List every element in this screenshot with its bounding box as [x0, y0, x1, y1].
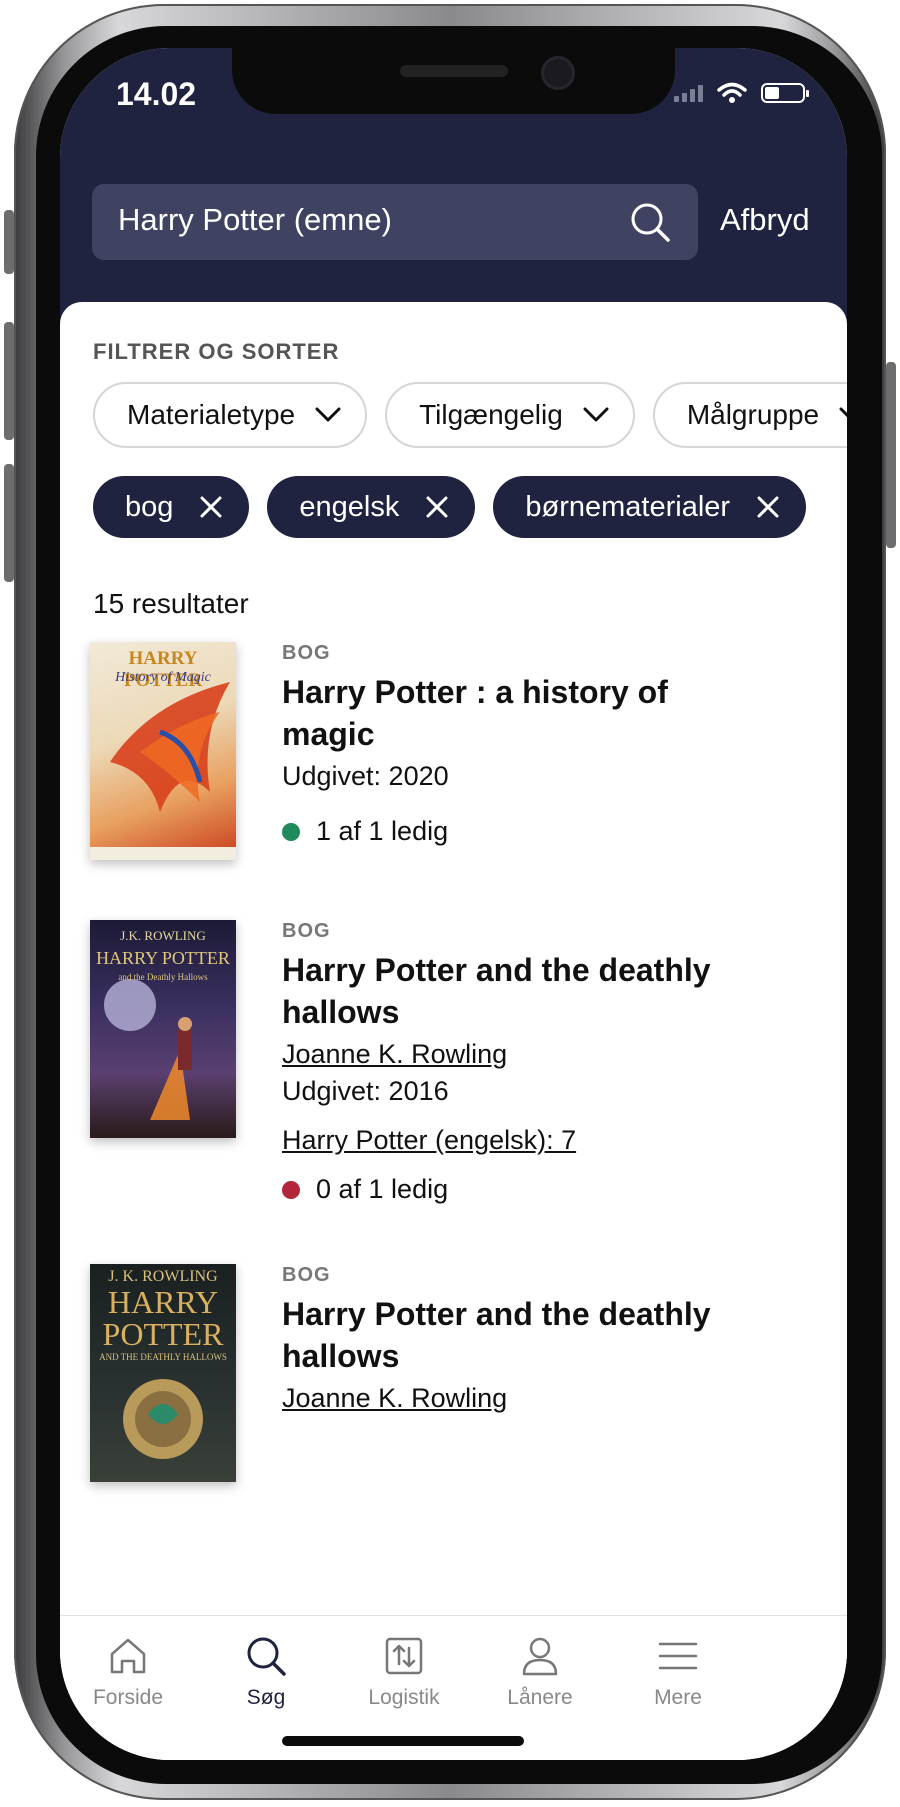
cover-author: J.K. ROWLING	[120, 928, 206, 943]
power-button	[886, 362, 896, 548]
availability-text: 0 af 1 ledig	[316, 1174, 449, 1204]
results-count: 15 resultater	[93, 588, 249, 619]
result-meta: BOG Harry Potter and the deathly hallows…	[282, 920, 712, 1205]
series-link[interactable]: Harry Potter (engelsk): 7	[282, 1125, 712, 1156]
tab-logistik[interactable]: Logistik	[344, 1634, 464, 1710]
availability-dot-icon	[282, 822, 300, 841]
status-icons	[674, 82, 809, 104]
active-filter-tags: bog engelsk børnematerialer	[93, 476, 807, 538]
transfer-icon	[385, 1637, 423, 1675]
result-title[interactable]: Harry Potter : a history of magic	[282, 671, 712, 755]
chevron-down-icon	[583, 407, 609, 422]
filter-materialetype[interactable]: Materialetype	[93, 382, 368, 448]
availability-dot-icon	[282, 1180, 300, 1199]
active-filter-tag[interactable]: engelsk	[267, 476, 476, 538]
menu-icon	[658, 1642, 698, 1670]
tab-label: Søg	[246, 1686, 286, 1709]
filter-maalgruppe[interactable]: Målgruppe	[652, 382, 847, 448]
cover-title: HARRY POTTER	[96, 948, 230, 968]
volume-up-button	[4, 322, 14, 440]
author-link[interactable]: Joanne K. Rowling	[282, 1039, 712, 1070]
person-icon	[522, 1637, 558, 1676]
active-filter-tag[interactable]: børnematerialer	[493, 476, 807, 538]
published-year: Udgivet: 2016	[282, 1076, 449, 1106]
material-type: BOG	[282, 642, 331, 664]
tab-bar: Forside Søg Logistik Lånere Mere	[60, 1615, 847, 1760]
home-indicator[interactable]	[282, 1736, 524, 1746]
filter-heading: FILTRER OG SORTER	[93, 339, 340, 364]
book-cover[interactable]: HARRY POTTER History of Magic	[90, 642, 236, 860]
wifi-icon	[717, 82, 747, 103]
tab-soeg[interactable]: Søg	[206, 1634, 326, 1710]
volume-down-button	[4, 464, 14, 582]
tab-label: Mere	[654, 1686, 702, 1709]
material-type: BOG	[282, 1264, 331, 1286]
book-cover[interactable]: J.K. ROWLING HARRY POTTER and the Deathl…	[90, 920, 236, 1138]
tab-label: Lånere	[507, 1686, 573, 1709]
book-cover[interactable]: J. K. ROWLING HARRY POTTER AND THE DEATH…	[90, 1264, 236, 1482]
active-filter-tag[interactable]: bog	[93, 476, 250, 538]
cellular-signal-icon	[674, 84, 703, 102]
result-meta: BOG Harry Potter and the deathly hallows…	[282, 1264, 712, 1414]
status-time: 14.02	[116, 76, 197, 112]
battery-icon	[761, 83, 809, 103]
close-icon[interactable]	[425, 495, 449, 519]
cover-title-line1: HARRY	[107, 1284, 219, 1320]
filter-label: Materialetype	[127, 399, 296, 430]
app-screen: 14.02 Harry Potter (emne) Afbryd FILTRER…	[60, 48, 847, 1760]
availability: 1 af 1 ledig	[282, 816, 712, 847]
chevron-down-icon	[315, 407, 341, 422]
phone-notch	[232, 48, 675, 114]
home-icon	[110, 1638, 146, 1674]
tab-laanere[interactable]: Lånere	[480, 1634, 600, 1710]
tab-mere[interactable]: Mere	[618, 1634, 738, 1710]
tab-label: Logistik	[368, 1686, 440, 1709]
mute-switch	[4, 210, 14, 274]
filter-label: Tilgængelig	[419, 399, 563, 430]
tag-label: børnematerialer	[525, 490, 731, 523]
availability-text: 1 af 1 ledig	[316, 816, 449, 846]
tag-label: bog	[125, 490, 174, 523]
author-link[interactable]: Joanne K. Rowling	[282, 1383, 712, 1414]
filter-label: Målgruppe	[686, 399, 820, 430]
cover-subtitle: and the Deathly Hallows	[118, 972, 208, 982]
tab-forside[interactable]: Forside	[68, 1634, 188, 1710]
search-icon	[247, 1637, 286, 1676]
cover-title-line2: POTTER	[102, 1316, 224, 1352]
published-year: Udgivet: 2020	[282, 761, 449, 791]
filter-dropdown-row: Materialetype Tilgængelig Målgruppe	[93, 382, 847, 448]
filter-tilgaengelig[interactable]: Tilgængelig	[385, 382, 635, 448]
cover-subtitle: AND THE DEATHLY HALLOWS	[99, 1352, 227, 1362]
result-title[interactable]: Harry Potter and the deathly hallows	[282, 949, 712, 1033]
cancel-button[interactable]: Afbryd	[720, 202, 810, 238]
chevron-down-icon	[839, 407, 847, 417]
result-title[interactable]: Harry Potter and the deathly hallows	[282, 1293, 712, 1377]
search-icon[interactable]	[628, 200, 672, 244]
material-type: BOG	[282, 920, 331, 942]
result-meta: BOG Harry Potter : a history of magic Ud…	[282, 642, 712, 847]
availability: 0 af 1 ledig	[282, 1174, 712, 1205]
close-icon[interactable]	[756, 495, 780, 519]
tab-label: Forside	[92, 1686, 164, 1709]
results-sheet: FILTRER OG SORTER Materialetype Tilgænge…	[60, 302, 847, 1760]
tag-label: engelsk	[299, 490, 400, 523]
search-query: Harry Potter (emne)	[118, 202, 392, 237]
cover-subtitle: History of Magic	[115, 670, 211, 685]
search-input[interactable]: Harry Potter (emne)	[92, 184, 698, 260]
close-icon[interactable]	[199, 495, 223, 519]
